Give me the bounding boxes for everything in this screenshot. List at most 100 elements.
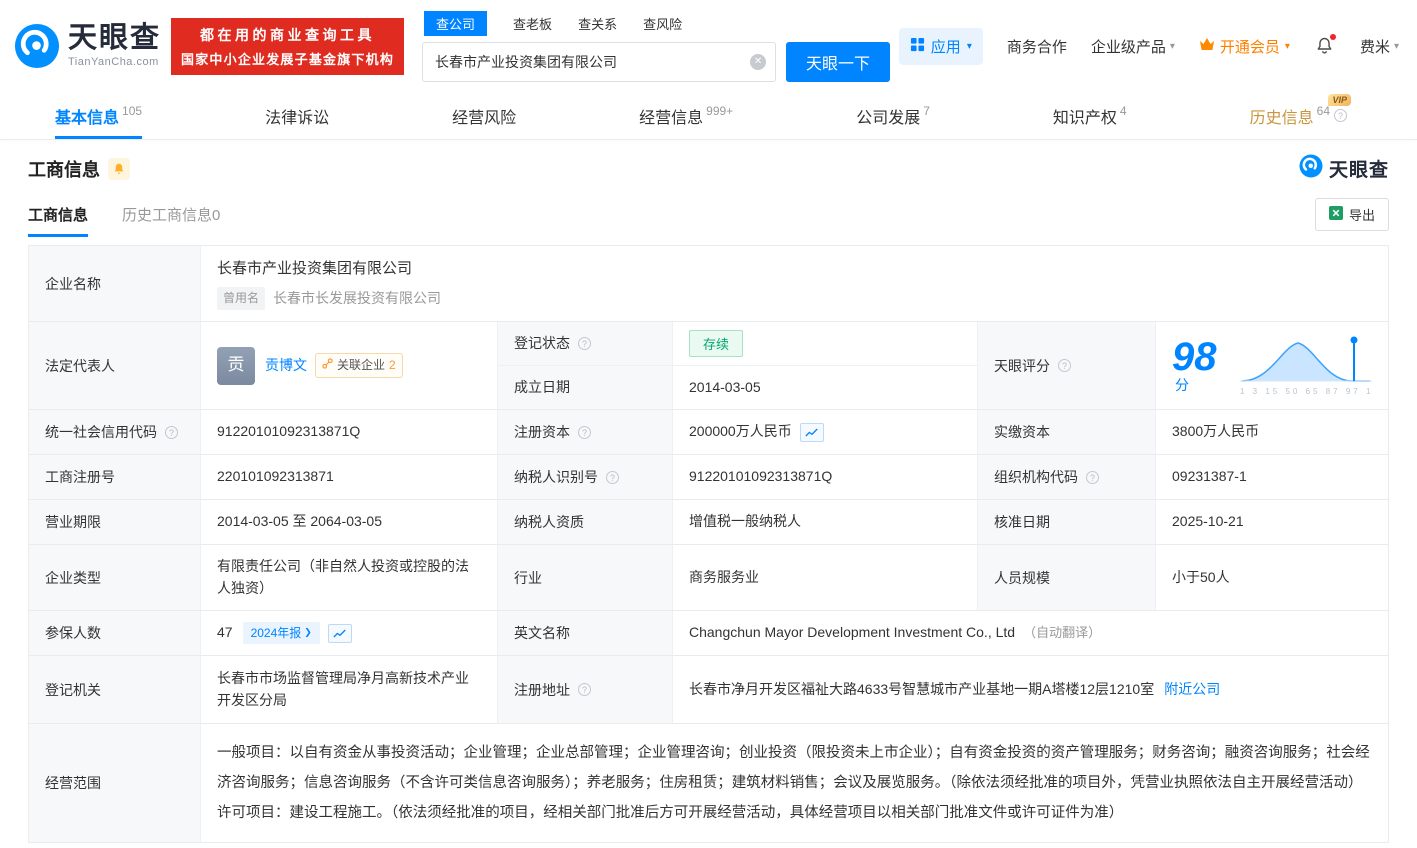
search-tab-risk[interactable]: 查风险 bbox=[643, 11, 682, 36]
help-icon[interactable]: ? bbox=[1086, 471, 1099, 484]
score-number: 98 bbox=[1172, 335, 1217, 379]
tax-quality-value: 增值税一般纳税人 bbox=[673, 500, 978, 544]
search-input[interactable] bbox=[422, 42, 776, 82]
staff-size-label: 人员规模 bbox=[978, 545, 1156, 610]
score-label-cell: 天眼评分 ? bbox=[978, 322, 1156, 409]
score-label: 天眼评分 bbox=[994, 356, 1050, 376]
tab-operating-info[interactable]: 经营信息 999+ bbox=[639, 92, 733, 139]
credit-code-value: 91220101092313871Q bbox=[201, 410, 498, 454]
help-icon[interactable]: ? bbox=[578, 683, 591, 696]
reg-capital-cell: 200000万人民币 bbox=[673, 410, 978, 454]
tab-label: 经营风险 bbox=[452, 104, 516, 128]
subtab-history-business-info[interactable]: 历史工商信息0 bbox=[122, 191, 220, 237]
cooperation-label: 商务合作 bbox=[1007, 36, 1067, 57]
tab-basic-info[interactable]: 基本信息 105 bbox=[55, 92, 142, 139]
reg-capital-value: 200000万人民币 bbox=[689, 421, 792, 443]
vip-badge: VIP bbox=[1328, 94, 1351, 106]
english-name-label: 英文名称 bbox=[498, 611, 673, 655]
paid-capital-label: 实缴资本 bbox=[978, 410, 1156, 454]
legal-rep-name[interactable]: 贡博文 bbox=[265, 355, 307, 377]
export-button[interactable]: 导出 bbox=[1315, 198, 1389, 231]
org-code-value: 09231387-1 bbox=[1156, 455, 1388, 499]
search-tab-relation[interactable]: 查关系 bbox=[578, 11, 617, 36]
notification-bell-icon[interactable] bbox=[1314, 35, 1336, 57]
tab-operating-risk[interactable]: 经营风险 bbox=[452, 92, 516, 139]
apps-grid-icon bbox=[910, 37, 925, 56]
help-icon[interactable]: ? bbox=[606, 471, 619, 484]
approved-date-value: 2025-10-21 bbox=[1156, 500, 1388, 544]
subtab-business-info[interactable]: 工商信息 bbox=[28, 191, 88, 237]
company-name-cell: 长春市产业投资集团有限公司 曾用名 长春市长发展投资有限公司 bbox=[201, 246, 1388, 321]
subtabs-row: 工商信息 历史工商信息0 导出 bbox=[28, 191, 1389, 237]
former-name-line: 曾用名 长春市长发展投资有限公司 bbox=[217, 287, 441, 310]
subscribe-bell-icon[interactable] bbox=[108, 158, 130, 180]
tab-legal-proceedings[interactable]: 法律诉讼 bbox=[265, 92, 329, 139]
company-name-label: 企业名称 bbox=[29, 246, 201, 321]
row-insured-staff: 参保人数 47 2024年报 ❯ 英文名称 Changchun Mayor De… bbox=[29, 611, 1388, 656]
search-row: ✕ 天眼一下 bbox=[422, 42, 890, 82]
tab-intellectual-property[interactable]: 知识产权 4 bbox=[1053, 92, 1127, 139]
chevron-down-icon: ▾ bbox=[1394, 41, 1399, 52]
chevron-down-icon: ▾ bbox=[967, 41, 972, 52]
tab-history-info[interactable]: VIP 历史信息 64 ? bbox=[1250, 92, 1347, 139]
reg-status-label: 登记状态 ? bbox=[498, 322, 673, 366]
watermark-brand-name: 天眼查 bbox=[1329, 155, 1389, 182]
tab-label: 公司发展 bbox=[856, 104, 920, 128]
search-tab-company[interactable]: 查公司 bbox=[424, 11, 487, 36]
tab-count: 4 bbox=[1120, 104, 1127, 118]
vip-label: 开通会员 bbox=[1220, 36, 1280, 57]
search-input-wrap: ✕ bbox=[422, 42, 776, 82]
reg-no-value: 220101092313871 bbox=[201, 455, 498, 499]
help-icon[interactable]: ? bbox=[1334, 109, 1347, 122]
insured-trend-chart-icon[interactable] bbox=[328, 624, 352, 643]
search-tab-boss[interactable]: 查老板 bbox=[513, 11, 552, 36]
score-axis-ticks: 1 3 15 50 65 87 97 100 bbox=[1240, 387, 1372, 396]
help-icon[interactable]: ? bbox=[1058, 359, 1071, 372]
legal-rep-label: 法定代表人 bbox=[29, 322, 201, 409]
apps-menu[interactable]: 应用 ▾ bbox=[899, 28, 983, 65]
username: 费米 bbox=[1360, 36, 1390, 57]
help-icon[interactable]: ? bbox=[578, 337, 591, 350]
staff-size-value: 小于50人 bbox=[1156, 545, 1388, 610]
tianyancha-logo[interactable]: 天眼查 TianYanCha.com bbox=[14, 23, 161, 69]
business-info-table: 企业名称 长春市产业投资集团有限公司 曾用名 长春市长发展投资有限公司 法定代表… bbox=[28, 245, 1389, 843]
export-label: 导出 bbox=[1349, 205, 1375, 224]
address-cell: 长春市净月开发区福祉大路4633号智慧城市产业基地一期A塔楼12层1210室 附… bbox=[673, 656, 1388, 723]
nearby-companies-link[interactable]: 附近公司 bbox=[1164, 679, 1220, 701]
tab-company-development[interactable]: 公司发展 7 bbox=[856, 92, 930, 139]
nav-enterprise-products[interactable]: 企业级产品 ▾ bbox=[1091, 36, 1175, 57]
score-unit: 分 bbox=[1175, 377, 1189, 393]
paid-capital-value: 3800万人民币 bbox=[1156, 410, 1388, 454]
help-icon[interactable]: ? bbox=[165, 426, 178, 439]
user-menu[interactable]: 费米 ▾ bbox=[1360, 36, 1399, 57]
chevron-down-icon: ▾ bbox=[1170, 41, 1175, 52]
nav-open-vip[interactable]: 开通会员 ▾ bbox=[1199, 36, 1290, 57]
crown-icon bbox=[1199, 37, 1215, 55]
authority-label: 登记机关 bbox=[29, 656, 201, 723]
tianyancha-logo-icon bbox=[14, 23, 60, 69]
clear-icon[interactable]: ✕ bbox=[750, 54, 766, 70]
tab-count: 64 bbox=[1317, 104, 1330, 118]
annual-report-badge[interactable]: 2024年报 ❯ bbox=[243, 622, 320, 645]
tab-label: 法律诉讼 bbox=[265, 104, 329, 128]
address-label: 注册地址 ? bbox=[498, 656, 673, 723]
products-label: 企业级产品 bbox=[1091, 36, 1166, 57]
search-button[interactable]: 天眼一下 bbox=[786, 42, 890, 82]
main-content: 工商信息 天眼查 工商信息 历史工商信息0 导出 企业名称 长春市产业投资集团有… bbox=[0, 154, 1417, 843]
capital-trend-chart-icon[interactable] bbox=[800, 423, 824, 442]
related-companies-label: 关联企业 bbox=[337, 356, 385, 375]
tab-label: 知识产权 bbox=[1053, 104, 1117, 128]
legal-rep-avatar[interactable]: 贡 bbox=[217, 347, 255, 385]
promo-banner: 都在用的商业查询工具 国家中小企业发展子基金旗下机构 bbox=[171, 18, 404, 75]
related-companies-badge[interactable]: 关联企业 2 bbox=[315, 353, 403, 378]
legal-rep-cell: 贡 贡博文 关联企业 2 bbox=[201, 322, 498, 409]
tab-label: 历史信息 bbox=[1250, 104, 1314, 128]
top-header: 天眼查 TianYanCha.com 都在用的商业查询工具 国家中小企业发展子基… bbox=[0, 0, 1417, 92]
apps-label: 应用 bbox=[931, 36, 961, 57]
tab-label: 基本信息 bbox=[55, 104, 119, 128]
excel-icon bbox=[1329, 206, 1343, 223]
help-icon[interactable]: ? bbox=[578, 426, 591, 439]
term-label: 营业期限 bbox=[29, 500, 201, 544]
english-name-cell: Changchun Mayor Development Investment C… bbox=[673, 611, 1388, 655]
nav-cooperation[interactable]: 商务合作 bbox=[1007, 36, 1067, 57]
